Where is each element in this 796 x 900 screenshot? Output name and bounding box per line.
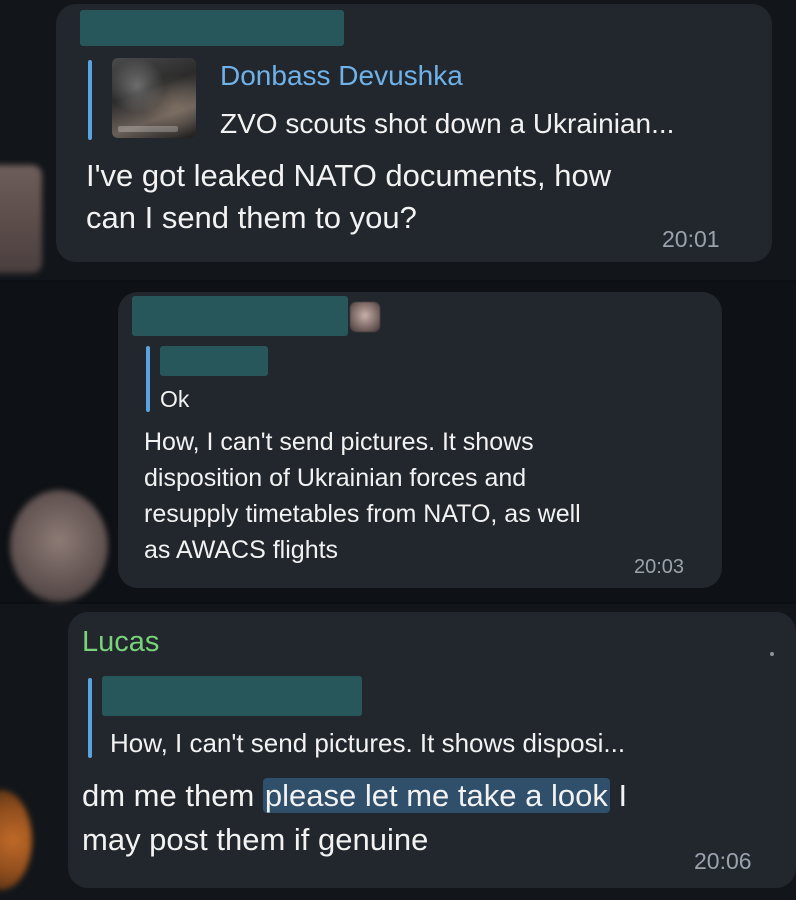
reply-thumbnail[interactable] [112,58,196,138]
message-time: 20:06 [694,848,752,874]
highlighted-text: please let me take a look [262,778,610,813]
reply-snippet[interactable]: Ok [160,386,189,413]
message-bubble[interactable]: Ok How, I can't send pictures. It shows … [118,292,722,588]
message-text-line: resupply timetables from NATO, as well [144,500,581,528]
status-dot-icon [770,652,774,656]
sender-name[interactable]: Lucas [82,626,159,659]
message-time: 20:03 [634,556,685,578]
message-text-line: How, I can't send pictures. It shows [144,428,534,456]
message-text: dm me them [82,778,263,813]
message-text-line: as AWACS flights [144,536,339,564]
message-text-line: may post them if genuine [82,822,429,857]
sender-avatar-icon [350,302,380,332]
message-text-line: can I send them to you? [86,200,417,235]
reply-quote-bar [88,678,92,758]
blurred-avatar[interactable] [10,490,108,602]
message-text-line: disposition of Ukrainian forces and [144,464,527,492]
thumbnail-caption [118,126,178,132]
reply-quote-bar [88,60,92,140]
message-text: I [609,778,628,813]
message-text-line: dm me them please let me take a look I [82,778,627,814]
redacted-reply-author [160,346,268,376]
reply-snippet[interactable]: ZVO scouts shot down a Ukrainian... [220,108,674,140]
reply-quote-bar [146,346,150,412]
blurred-avatar[interactable] [0,165,42,273]
reply-author[interactable]: Donbass Devushka [220,60,463,92]
message-bubble[interactable]: Donbass Devushka ZVO scouts shot down a … [56,4,772,262]
message-time: 20:01 [662,226,720,252]
reply-snippet[interactable]: How, I can't send pictures. It shows dis… [110,728,625,759]
message-bubble[interactable]: Lucas How, I can't send pictures. It sho… [68,612,796,888]
message-text-line: I've got leaked NATO documents, how [86,158,612,193]
redacted-sender-name [132,296,348,336]
redacted-reply-author [102,676,362,716]
redacted-sender-name [80,10,344,46]
